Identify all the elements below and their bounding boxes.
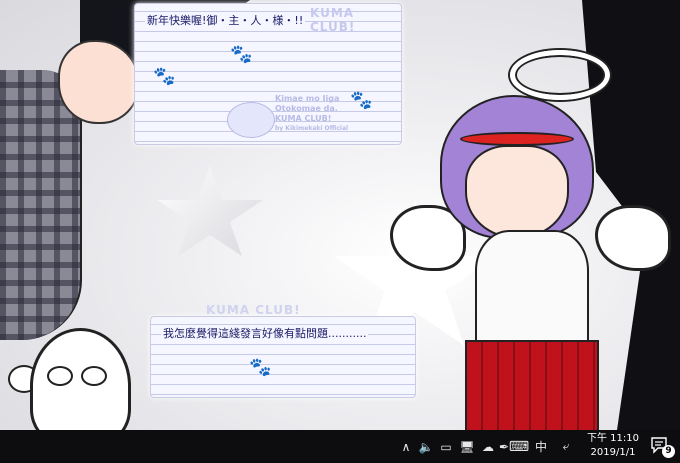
ghost-character bbox=[30, 328, 131, 430]
paw-icon: 🐾 bbox=[350, 90, 373, 111]
clock-time: 下午 11:10 bbox=[587, 433, 639, 444]
paw-icon: 🐾 bbox=[249, 357, 272, 378]
ghost-eye bbox=[47, 366, 73, 386]
ghost-eye bbox=[81, 366, 107, 386]
desktop-note-2[interactable]: KUMA CLUB! 我怎麼覺得這綫發言好像有點問題........... 🐾 bbox=[150, 303, 416, 398]
paw-icon: 🐾 bbox=[230, 44, 253, 65]
taskbar: ∧ 🔈 ▭ 🖥 ☁ ✒ ⌨ 中 ⤶ 下午 11:10 2019/1/1 bbox=[0, 430, 680, 463]
right-wing bbox=[595, 205, 671, 271]
ime-mode-icon[interactable]: ⤶ bbox=[558, 430, 574, 463]
clock-date: 2019/1/1 bbox=[590, 447, 636, 458]
halo bbox=[510, 50, 610, 100]
bear-mascot-icon bbox=[227, 102, 275, 138]
notification-count-badge: 9 bbox=[662, 445, 675, 458]
note-side-text: Kimae mo Iiga Otokomae da. KUMA CLUB! by… bbox=[275, 94, 349, 132]
wallpaper-star bbox=[157, 165, 263, 256]
show-hidden-icons-icon[interactable]: ∧ bbox=[399, 430, 413, 463]
network-icon[interactable]: 🖥 bbox=[459, 430, 475, 463]
ime-language-indicator[interactable]: 中 bbox=[534, 430, 548, 463]
wallpaper-hand bbox=[58, 40, 140, 124]
note-watermark: KUMA CLUB! bbox=[206, 303, 301, 317]
onedrive-icon[interactable]: ☁ bbox=[480, 430, 496, 463]
note-text[interactable]: 新年快樂喔!御・主・人・様・!! bbox=[145, 12, 306, 28]
desktop-note-1[interactable]: KUMA CLUB! 新年快樂喔!御・主・人・様・!! 🐾 🐾 🐾 Kimae … bbox=[134, 3, 402, 145]
paw-icon: 🐾 bbox=[153, 66, 176, 87]
hakama-skirt bbox=[465, 340, 599, 430]
note-watermark: KUMA CLUB! bbox=[310, 6, 356, 34]
volume-icon[interactable]: 🔈 bbox=[418, 430, 434, 463]
battery-icon[interactable]: ▭ bbox=[438, 430, 454, 463]
headband bbox=[460, 132, 574, 146]
taskbar-clock[interactable]: 下午 11:10 2019/1/1 bbox=[582, 432, 644, 460]
touch-keyboard-icon[interactable]: ⌨ bbox=[508, 430, 530, 463]
note-text[interactable]: 我怎麼覺得這綫發言好像有點問題........... bbox=[161, 325, 369, 341]
face bbox=[465, 145, 569, 239]
angel-character bbox=[390, 50, 671, 430]
